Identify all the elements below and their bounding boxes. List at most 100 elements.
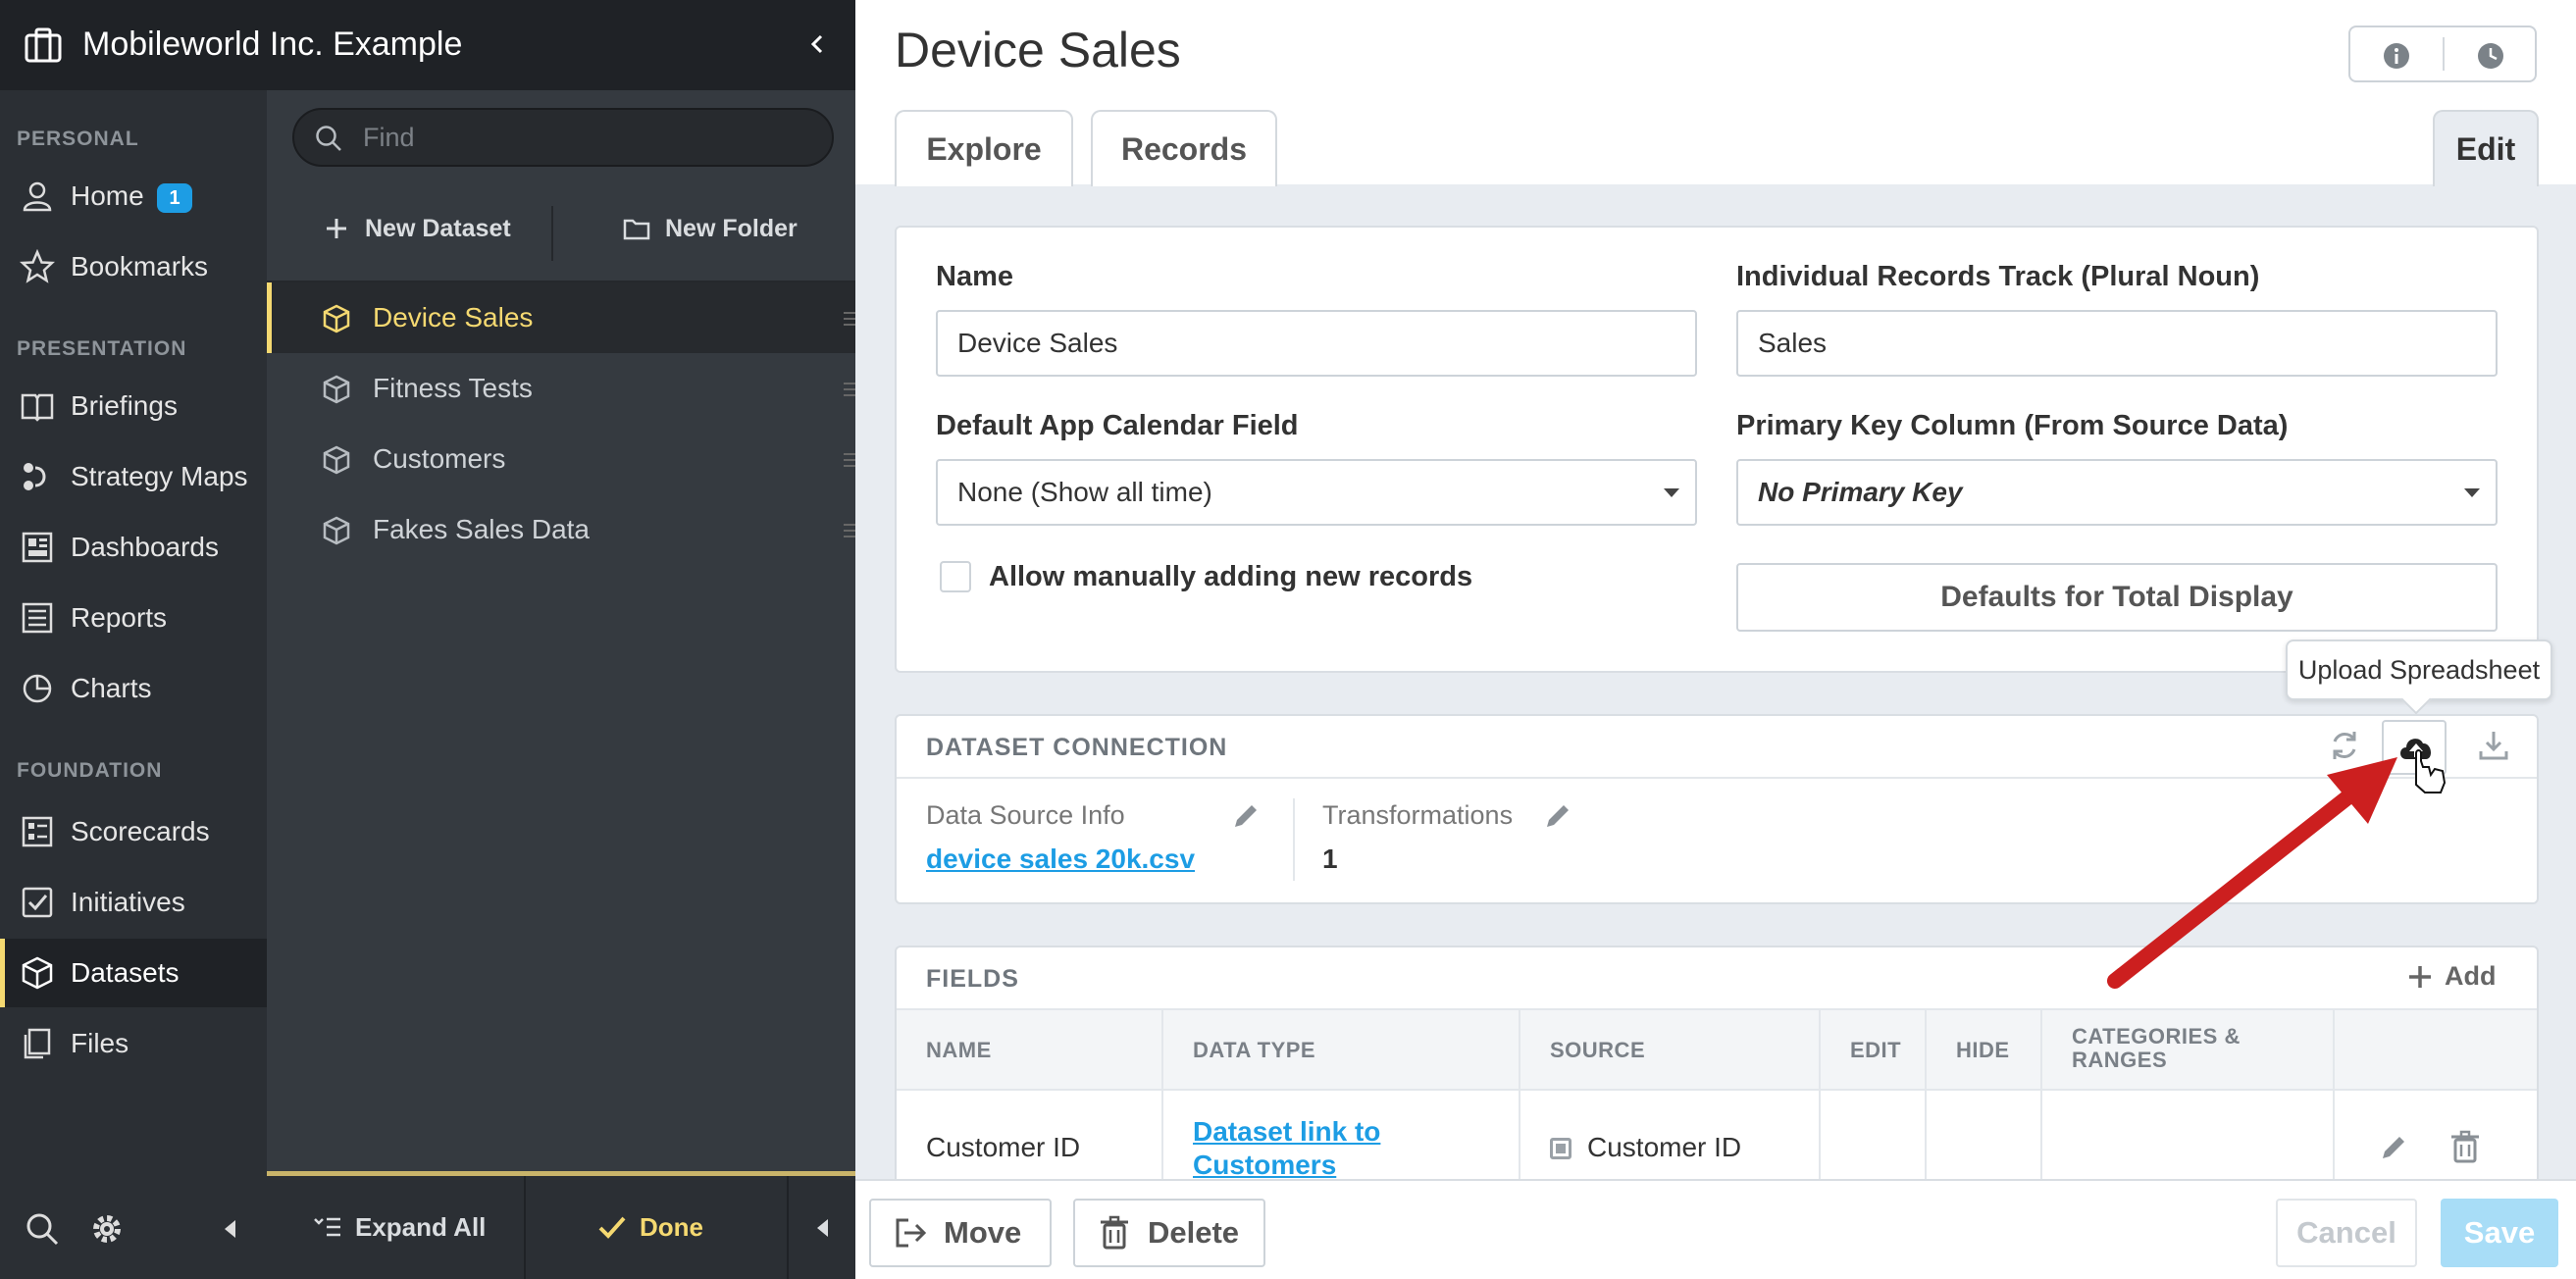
move-button[interactable]: Move (869, 1199, 1052, 1267)
search-icon[interactable] (24, 1210, 61, 1248)
move-out-icon (896, 1218, 927, 1248)
add-field-button[interactable]: Add (2405, 961, 2496, 992)
source-column-icon (1550, 1138, 1571, 1159)
dataset-item-fakes-sales-data[interactable]: Fakes Sales Data (267, 494, 855, 565)
edit-source-pencil-icon[interactable] (1230, 800, 1262, 832)
report-icon (22, 602, 53, 634)
column-header-hide: HIDE (1956, 1038, 2010, 1062)
nav-item-bookmarks[interactable]: Bookmarks (0, 232, 267, 301)
defaults-total-display-button[interactable]: Defaults for Total Display (1736, 563, 2498, 632)
new-dataset-button[interactable]: New Dataset (322, 204, 511, 253)
nav-item-datasets[interactable]: Datasets (0, 939, 267, 1007)
plus-icon (2409, 965, 2431, 988)
refresh-icon[interactable] (2327, 728, 2362, 763)
nav-footer (0, 1189, 267, 1279)
data-type-link[interactable]: Dataset link to (1193, 1116, 1380, 1148)
records-track-field[interactable]: Sales (1736, 310, 2498, 377)
download-icon[interactable] (2476, 728, 2511, 763)
dataset-item-device-sales[interactable]: Device Sales (267, 282, 855, 353)
save-button[interactable]: Save (2441, 1199, 2558, 1267)
divider (1293, 798, 1295, 881)
collapse-sidebar-icon[interactable] (802, 29, 832, 59)
primary-key-select[interactable]: No Primary Key (1736, 459, 2498, 526)
calendar-field-select[interactable]: None (Show all time) (936, 459, 1697, 526)
field-name-cell: Customer ID (926, 1132, 1081, 1162)
nav-item-scorecards[interactable]: Scorecards (0, 797, 267, 866)
transformations-count: 1 (1322, 844, 1338, 874)
upload-spreadsheet-button[interactable] (2382, 720, 2447, 775)
collapse-panel-icon[interactable] (810, 1215, 836, 1241)
column-header-name: NAME (926, 1038, 992, 1062)
new-folder-button[interactable]: New Folder (622, 204, 798, 253)
name-field[interactable]: Device Sales (936, 310, 1697, 377)
dataset-item-customers[interactable]: Customers (267, 424, 855, 494)
nav-item-files[interactable]: Files (0, 1009, 267, 1078)
dataset-item-label: Fakes Sales Data (373, 514, 590, 544)
dataset-item-fitness-tests[interactable]: Fitness Tests (267, 353, 855, 424)
data-source-file-link[interactable]: device sales 20k.csv (926, 844, 1195, 875)
nav-item-home[interactable]: Home (0, 162, 267, 230)
nav-item-label: Reports (71, 602, 168, 633)
done-button[interactable]: Done (596, 1211, 703, 1243)
divider (787, 1176, 789, 1279)
tab-edit[interactable]: Edit (2433, 110, 2539, 186)
upload-spreadsheet-tooltip: Upload Spreadsheet (2286, 640, 2552, 700)
edit-transformations-pencil-icon[interactable] (1542, 800, 1573, 832)
panel-footer: Expand All Done (267, 1171, 855, 1279)
nav-item-label: Strategy Maps (71, 461, 248, 491)
nav-item-briefings[interactable]: Briefings (0, 372, 267, 440)
expand-all-button[interactable]: Expand All (312, 1211, 486, 1243)
find-search-box[interactable] (292, 108, 834, 167)
history-clock-icon[interactable] (2476, 41, 2505, 71)
search-icon (316, 126, 341, 151)
chevron-down-icon (1664, 488, 1679, 497)
field-source-cell: Customer ID (1587, 1132, 1742, 1162)
dataset-item-label: Customers (373, 443, 506, 474)
dataset-connection-card: DATASET CONNECTION Data Source Info devi… (895, 714, 2539, 904)
collapse-nav-icon[interactable] (218, 1216, 243, 1242)
done-label: Done (640, 1211, 703, 1242)
calendar-field-label: Default App Calendar Field (936, 410, 1299, 441)
gear-icon[interactable] (88, 1210, 126, 1248)
dataset-item-label: Fitness Tests (373, 373, 533, 403)
edit-field-pencil-icon[interactable] (2378, 1132, 2409, 1163)
files-icon (24, 1028, 51, 1059)
info-icon[interactable] (2382, 41, 2411, 71)
nav-item-strategy-maps[interactable]: Strategy Maps (0, 442, 267, 511)
dataset-settings-card: Name Device Sales Individual Records Tra… (895, 226, 2539, 673)
new-dataset-label: New Dataset (365, 214, 511, 242)
drag-handle-icon[interactable] (844, 524, 855, 537)
main-navigation: PERSONAL Home 1 Bookmarks PRESENTATION B… (0, 90, 267, 1279)
data-type-link-target[interactable]: Customers (1193, 1150, 1336, 1181)
divider (1925, 1008, 1927, 1199)
nav-item-dashboards[interactable]: Dashboards (0, 513, 267, 582)
header-actions (2348, 26, 2537, 82)
column-header-categories: CATEGORIES & (2072, 1024, 2241, 1049)
nav-item-label: Datasets (71, 957, 180, 988)
nav-section-presentation: PRESENTATION (17, 337, 187, 360)
move-label: Move (944, 1215, 1022, 1250)
drag-handle-icon[interactable] (844, 383, 855, 396)
delete-button[interactable]: Delete (1073, 1199, 1265, 1267)
tab-explore[interactable]: Explore (895, 110, 1073, 186)
cube-icon (323, 304, 350, 333)
nav-item-charts[interactable]: Charts (0, 654, 267, 723)
fields-card: FIELDS Add NAME DATA TYPE SOURCE EDIT HI… (895, 946, 2539, 1201)
org-header: Mobileworld Inc. Example (0, 0, 855, 90)
delete-field-trash-icon[interactable] (2448, 1130, 2482, 1163)
cube-icon (323, 516, 350, 545)
drag-handle-icon[interactable] (844, 453, 855, 467)
transformations-label: Transformations (1322, 800, 1514, 830)
trash-icon (1101, 1215, 1128, 1250)
page-header: Device Sales Explore Records Edit (855, 0, 2576, 186)
dataset-item-label: Device Sales (373, 302, 534, 333)
dataset-list-panel: New Dataset New Folder Device Sales Fitn… (267, 90, 855, 1279)
allow-manual-records-checkbox[interactable] (940, 561, 971, 592)
nav-item-reports[interactable]: Reports (0, 584, 267, 652)
calendar-field-value: None (Show all time) (957, 477, 1212, 507)
tab-records[interactable]: Records (1091, 110, 1277, 186)
drag-handle-icon[interactable] (844, 312, 855, 326)
nav-item-initiatives[interactable]: Initiatives (0, 868, 267, 937)
find-input[interactable] (363, 120, 814, 155)
cancel-button[interactable]: Cancel (2276, 1199, 2417, 1267)
